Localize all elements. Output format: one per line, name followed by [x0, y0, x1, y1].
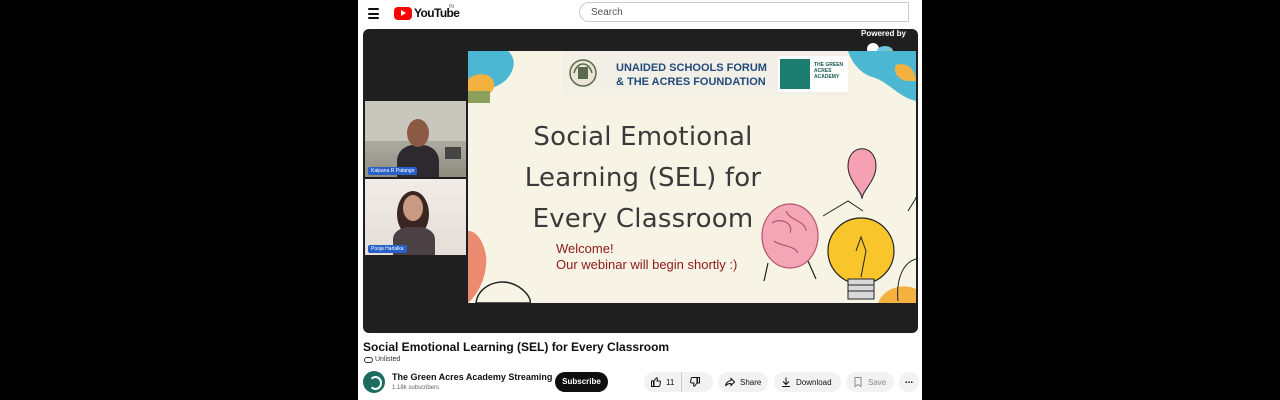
participant-video-1: Kalpana R Patange [365, 101, 466, 177]
welcome-line-2: Our webinar will begin shortly :) [556, 257, 738, 272]
subscribe-button[interactable]: Subscribe [555, 372, 608, 392]
participant-head [407, 119, 429, 147]
top-bar: YouTube IN [358, 0, 922, 27]
channel-avatar[interactable] [363, 371, 385, 393]
partner-logo: THE GREEN ACRES ACADEMY [778, 56, 848, 92]
slide-title-line-3: Every Classroom [532, 204, 754, 234]
channel-name[interactable]: The Green Acres Academy Streaming [392, 372, 552, 382]
powered-by-label: Powered by [861, 29, 906, 38]
slide-title: Social Emotional Learning (SEL) for Ever… [498, 117, 788, 240]
like-dislike-group: 11 [644, 372, 713, 392]
download-icon [782, 377, 790, 387]
partner-logo-text: THE GREEN ACRES ACADEMY [814, 62, 844, 80]
green-acres-emblem-icon [780, 59, 810, 89]
visibility-status: Unlisted [364, 356, 400, 363]
presentation-slide: UNAIDED SCHOOLS FORUM & THE ACRES FOUNDA… [468, 51, 916, 303]
search-box[interactable] [579, 2, 909, 22]
link-icon [364, 356, 373, 363]
participant-name-tag: Kalpana R Patange [368, 167, 418, 175]
video-player[interactable]: Powered by Kalpana R Patange Pooja Harla… [363, 29, 918, 333]
equipment-shape [445, 147, 461, 159]
save-label: Save [868, 377, 887, 387]
share-label: Share [740, 377, 762, 387]
country-code: IN [449, 4, 454, 10]
youtube-page: YouTube IN Powered by Kalpana R Patange … [358, 0, 922, 400]
thumbs-up-icon [651, 377, 661, 387]
thumbs-down-icon [690, 377, 700, 387]
save-bookmark-icon [854, 377, 862, 388]
forum-emblem-icon [569, 59, 597, 87]
org-title-line-1: UNAIDED SCHOOLS FORUM [616, 62, 767, 74]
slide-title-line-1: Social Emotional [533, 122, 753, 152]
hamburger-menu-icon[interactable] [368, 8, 379, 19]
share-button[interactable]: Share [718, 372, 768, 392]
org-title-line-2: & THE ACRES FOUNDATION [616, 76, 766, 88]
visibility-label: Unlisted [375, 356, 401, 363]
welcome-line-1: Welcome! [556, 241, 614, 256]
participant-video-2: Pooja Harlalka [365, 179, 466, 255]
like-button[interactable]: 11 [644, 372, 682, 392]
participant-head [403, 195, 423, 221]
save-button[interactable]: Save [846, 372, 894, 392]
more-actions-button[interactable]: ... [899, 372, 919, 392]
like-count: 11 [666, 377, 675, 387]
organization-title: UNAIDED SCHOOLS FORUM & THE ACRES FOUNDA… [616, 61, 767, 89]
participant-name-tag: Pooja Harlalka [368, 245, 407, 253]
welcome-message: Welcome! Our webinar will begin shortly … [556, 241, 737, 273]
search-input[interactable] [589, 6, 893, 19]
download-label: Download [796, 377, 832, 387]
video-title: Social Emotional Learning (SEL) for Ever… [363, 340, 670, 354]
download-button[interactable]: Download [774, 372, 841, 392]
slide-title-line-2: Learning (SEL) for [524, 163, 762, 193]
share-arrow-icon [725, 377, 736, 387]
youtube-play-icon [394, 6, 412, 20]
dislike-button[interactable] [682, 372, 712, 392]
subscriber-count: 1.18k subscribers [392, 385, 440, 391]
